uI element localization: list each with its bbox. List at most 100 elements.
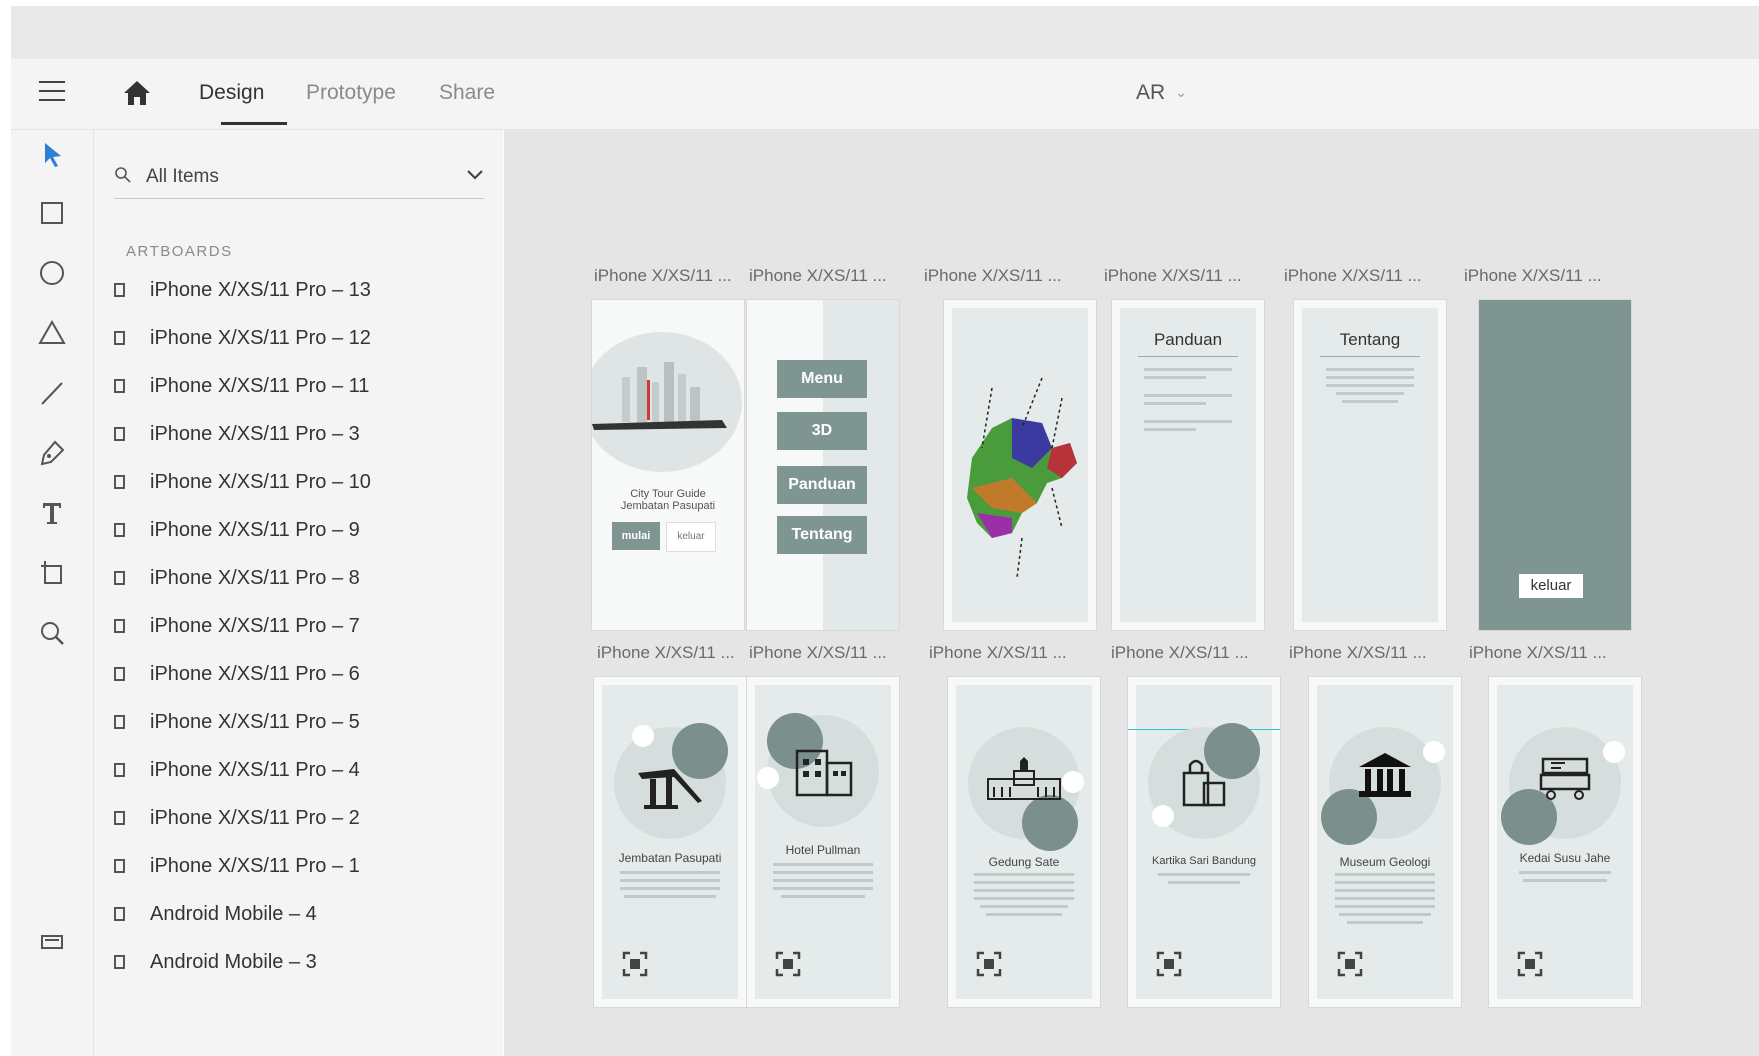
- artboard-item-label: iPhone X/XS/11 Pro – 3: [150, 423, 360, 445]
- artboard-list-item[interactable]: iPhone X/XS/11 Pro – 11: [114, 367, 484, 407]
- artboard-title[interactable]: iPhone X/XS/11 ...: [1289, 643, 1427, 663]
- text-placeholder: [1335, 905, 1435, 908]
- artboard-tool-icon[interactable]: [37, 558, 67, 588]
- artboard-list-item[interactable]: iPhone X/XS/11 Pro – 6: [114, 655, 484, 695]
- artboard-icon: [114, 811, 125, 825]
- text-placeholder: [1336, 392, 1404, 395]
- artboard-list-item[interactable]: iPhone X/XS/11 Pro – 13: [114, 271, 484, 311]
- mini-about-button: Tentang: [777, 516, 867, 554]
- artboard-place[interactable]: Kartika Sari Bandung: [1128, 677, 1280, 1007]
- place-name: Gedung Sate: [988, 855, 1060, 869]
- artboard-title[interactable]: iPhone X/XS/11 ...: [1464, 266, 1602, 286]
- text-placeholder: [1144, 394, 1232, 397]
- artboard-menu[interactable]: Menu 3D Panduan Tentang: [747, 300, 899, 630]
- artboard-title[interactable]: iPhone X/XS/11 ...: [924, 266, 1062, 286]
- home-icon[interactable]: [122, 79, 152, 107]
- artboard-title[interactable]: iPhone X/XS/11 ...: [749, 266, 887, 286]
- text-placeholder: [1168, 881, 1240, 884]
- artboard-exit[interactable]: keluar: [1479, 300, 1631, 630]
- text-tool-icon[interactable]: [37, 498, 67, 528]
- artboard-item-label: Android Mobile – 4: [150, 903, 317, 925]
- artboard-list-item[interactable]: iPhone X/XS/11 Pro – 9: [114, 511, 484, 551]
- text-placeholder: [620, 887, 720, 890]
- text-placeholder: [624, 895, 716, 898]
- artboard-place[interactable]: Hotel Pullman: [747, 677, 899, 1007]
- artboard-place[interactable]: Museum Geologi: [1309, 677, 1461, 1007]
- decorative-dot: [1152, 805, 1174, 827]
- artboard-icon: [114, 331, 125, 345]
- artboard-title[interactable]: iPhone X/XS/11 ...: [929, 643, 1067, 663]
- qr-scan-icon: [1337, 951, 1363, 977]
- artboard-title[interactable]: iPhone X/XS/11 ...: [597, 643, 735, 663]
- splash-title-line2: Jembatan Pasupati: [620, 500, 716, 512]
- zoom-tool-icon[interactable]: [37, 618, 67, 648]
- artboard-item-label: iPhone X/XS/11 Pro – 1: [150, 855, 360, 877]
- artboard-place[interactable]: Jembatan Pasupati: [594, 677, 746, 1007]
- place-name: Hotel Pullman: [785, 843, 861, 857]
- place-name: Kartika Sari Bandung: [1152, 855, 1256, 867]
- artboard-list-item[interactable]: iPhone X/XS/11 Pro – 10: [114, 463, 484, 503]
- artboard-splash[interactable]: City Tour Guide Jembatan Pasupati mulai …: [592, 300, 744, 630]
- artboard-about[interactable]: Tentang: [1294, 300, 1446, 630]
- artboard-list-item[interactable]: iPhone X/XS/11 Pro – 5: [114, 703, 484, 743]
- triangle-tool-icon[interactable]: [37, 318, 67, 348]
- heading-divider: [1138, 356, 1238, 357]
- text-placeholder: [773, 863, 873, 866]
- artboard-list-item[interactable]: iPhone X/XS/11 Pro – 12: [114, 319, 484, 359]
- artboard-map[interactable]: [944, 300, 1096, 630]
- locale-dropdown[interactable]: AR ⌄: [1136, 81, 1187, 105]
- artboard-title[interactable]: iPhone X/XS/11 ...: [749, 643, 887, 663]
- artboard-item-label: iPhone X/XS/11 Pro – 6: [150, 663, 360, 685]
- artboard-place[interactable]: Kedai Susu Jahe: [1489, 677, 1641, 1007]
- tab-prototype[interactable]: Prototype: [306, 81, 396, 105]
- tool-rail: [11, 130, 94, 1056]
- place-screen-background: Hotel Pullman: [755, 685, 891, 999]
- qr-scan-icon: [1517, 951, 1543, 977]
- ellipse-tool-icon[interactable]: [37, 258, 67, 288]
- artboard-list-item[interactable]: iPhone X/XS/11 Pro – 7: [114, 607, 484, 647]
- artboard-title[interactable]: iPhone X/XS/11 ...: [1104, 266, 1242, 286]
- decorative-dot: [1423, 741, 1445, 763]
- artboard-list-item[interactable]: iPhone X/XS/11 Pro – 3: [114, 415, 484, 455]
- artboard-icon: [114, 571, 125, 585]
- artboard-list-item[interactable]: iPhone X/XS/11 Pro – 1: [114, 847, 484, 887]
- artboard-title[interactable]: iPhone X/XS/11 ...: [1284, 266, 1422, 286]
- text-placeholder: [1335, 881, 1435, 884]
- decorative-dot: [757, 767, 779, 789]
- artboard-icon: [114, 715, 125, 729]
- place-name: Museum Geologi: [1339, 855, 1431, 869]
- pen-tool-icon[interactable]: [37, 438, 67, 468]
- artboard-list-item[interactable]: iPhone X/XS/11 Pro – 4: [114, 751, 484, 791]
- hamburger-menu-icon[interactable]: [39, 81, 65, 103]
- artboard-title[interactable]: iPhone X/XS/11 ...: [594, 266, 732, 286]
- qr-scan-icon: [976, 951, 1002, 977]
- about-screen-background: Tentang: [1302, 308, 1438, 622]
- artboard-title[interactable]: iPhone X/XS/11 ...: [1111, 643, 1249, 663]
- artboard-icon: [114, 859, 125, 873]
- mini-3d-button: 3D: [777, 412, 867, 450]
- artboard-item-label: iPhone X/XS/11 Pro – 4: [150, 759, 360, 781]
- artboard-list-item[interactable]: iPhone X/XS/11 Pro – 8: [114, 559, 484, 599]
- artboard-icon: [114, 379, 125, 393]
- artboard-list-item[interactable]: Android Mobile – 3: [114, 943, 484, 983]
- select-tool-icon[interactable]: [37, 140, 67, 170]
- artboard-place[interactable]: Gedung Sate: [948, 677, 1100, 1007]
- design-canvas[interactable]: iPhone X/XS/11 ... City Tour Guide Jemba…: [504, 130, 1759, 1056]
- rectangle-tool-icon[interactable]: [37, 198, 67, 228]
- text-placeholder: [1335, 897, 1435, 900]
- items-filter-dropdown[interactable]: All Items: [114, 156, 484, 199]
- layers-icon[interactable]: [37, 926, 67, 956]
- text-placeholder: [986, 913, 1062, 916]
- artboard-list-item[interactable]: iPhone X/XS/11 Pro – 2: [114, 799, 484, 839]
- text-placeholder: [620, 871, 720, 874]
- artboard-list-item[interactable]: Android Mobile – 4: [114, 895, 484, 935]
- artboard-icon: [114, 907, 125, 921]
- artboards-section-label: ARTBOARDS: [126, 243, 233, 260]
- mini-start-button: mulai: [612, 522, 660, 550]
- tab-share[interactable]: Share: [439, 81, 495, 105]
- line-tool-icon[interactable]: [37, 378, 67, 408]
- artboard-guide[interactable]: Panduan: [1112, 300, 1264, 630]
- tab-design[interactable]: Design: [199, 81, 264, 105]
- decorative-dot: [632, 725, 654, 747]
- artboard-title[interactable]: iPhone X/XS/11 ...: [1469, 643, 1607, 663]
